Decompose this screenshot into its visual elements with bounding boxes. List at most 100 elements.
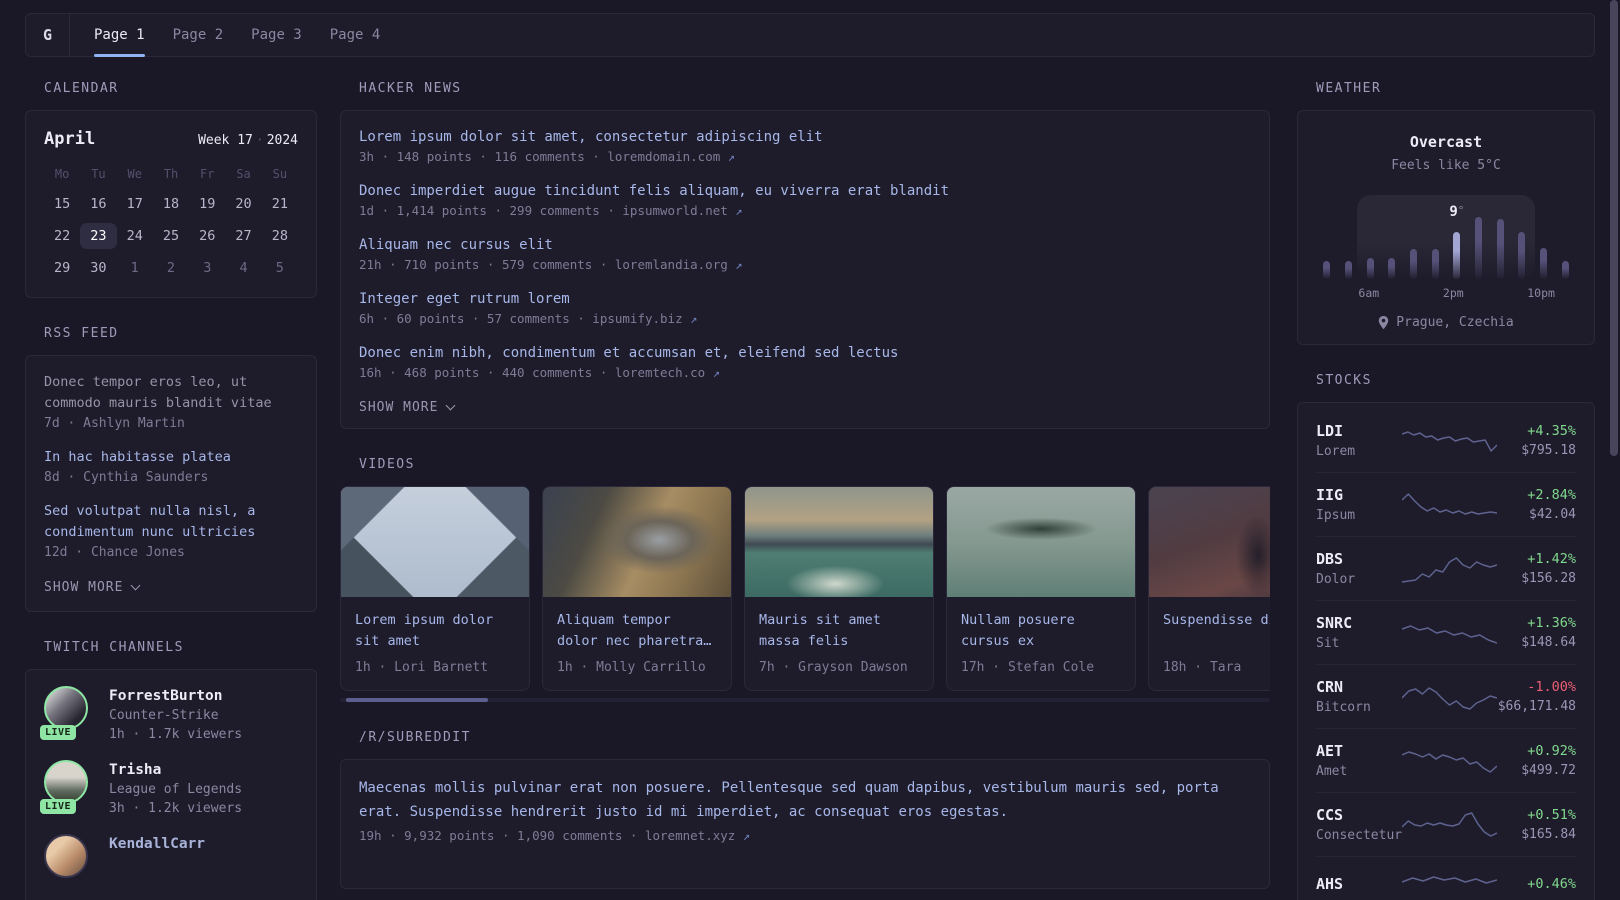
hn-item-domain-link[interactable]: loremlandia.org <box>615 257 735 272</box>
chevron-down-icon <box>446 400 456 411</box>
weather-bar-slot <box>1489 219 1511 279</box>
calendar-date: 5 <box>275 260 284 276</box>
stock-name: Lorem <box>1316 444 1356 459</box>
tab-page-3[interactable]: Page 3 <box>251 14 302 56</box>
video-thumbnail-concrete-towers-sky-cross[interactable] <box>341 487 529 597</box>
weather-hour-label: 2pm <box>1442 286 1464 300</box>
video-thumbnail-sea-boat-wake-city[interactable] <box>745 487 933 597</box>
stock-id: DBS Dolor <box>1316 550 1402 587</box>
videos-scrollbar-track[interactable] <box>340 698 1270 702</box>
weather-bar <box>1518 232 1526 279</box>
hn-item-domain-link[interactable]: loremdomain.com <box>607 149 727 164</box>
weather-bar-slot <box>1511 232 1533 279</box>
video-title[interactable]: Mauris sit amet massa felis <box>759 610 919 652</box>
videos-scrollbar-thumb[interactable] <box>346 698 488 702</box>
hn-item-domain-link[interactable]: loremtech.co <box>615 365 713 380</box>
video-title[interactable]: Nullam posuere cursus ex <box>961 610 1121 652</box>
hn-item-title[interactable]: Donec enim nibh, condimentum et accumsan… <box>359 342 1251 364</box>
weather-hour-label <box>1337 286 1358 300</box>
hn-item-stats: 1d · 1,414 points · 299 comments · <box>359 203 623 218</box>
stock-sparkline-wrap <box>1402 619 1498 647</box>
twitch-channel-info: KendallCarr <box>109 834 205 882</box>
video-thumbnail-figure-in-dark-field[interactable] <box>1149 487 1270 597</box>
hacker-news-section-title: HACKER NEWS <box>359 81 462 96</box>
twitch-channel-name[interactable]: KendallCarr <box>109 836 205 852</box>
rss-card: Donec tempor eros leo, ut commodo mauris… <box>25 355 317 612</box>
twitch-channel-name[interactable]: Trisha <box>109 762 242 778</box>
subreddit-card: Maecenas mollis pulvinar erat non posuer… <box>340 759 1270 889</box>
rss-list: Donec tempor eros leo, ut commodo mauris… <box>44 372 298 560</box>
stock-name: Bitcorn <box>1316 700 1371 715</box>
stocks-section: STOCKS LDI Lorem +4.35% $795.18 IIG Ipsum +2.8… <box>1297 373 1595 900</box>
video-title[interactable]: Suspendisse diam <box>1163 610 1270 652</box>
hn-item-title[interactable]: Donec imperdiet augue tincidunt felis al… <box>359 180 1251 202</box>
video-thumbnail-hands-holding-camera[interactable] <box>543 487 731 597</box>
weather-hour-label <box>1555 286 1576 300</box>
video-title[interactable]: Lorem ipsum dolor sit amet consectetu… <box>355 610 515 652</box>
calendar-date: 22 <box>54 228 71 244</box>
rss-item-title[interactable]: Donec tempor eros leo, ut commodo mauris… <box>44 372 298 414</box>
stock-row: LDI Lorem +4.35% $795.18 <box>1316 409 1576 472</box>
hn-item-title[interactable]: Integer eget rutrum lorem <box>359 288 1251 310</box>
rss-show-more-button[interactable]: SHOW MORE <box>44 580 141 595</box>
video-card[interactable]: Nullam posuere cursus ex 17h · Stefan Col… <box>946 486 1136 691</box>
calendar-section: CALENDAR April Week 17 · 2024 Mo Tu We Th Fr Sa… <box>25 81 317 298</box>
calendar-date: 1 <box>130 260 139 276</box>
middle-column: HACKER NEWS Lorem ipsum dolor sit amet, … <box>340 75 1270 889</box>
app-logo[interactable]: G <box>26 14 70 56</box>
twitch-channel-row[interactable]: LIVE Trisha League of Legends 3h · 1.2k vie… <box>40 760 298 816</box>
hn-item-title[interactable]: Lorem ipsum dolor sit amet, consectetur … <box>359 126 1251 148</box>
video-card[interactable]: Aliquam tempor dolor nec pharetra… 1h · M… <box>542 486 732 691</box>
stock-row: AHS +0.46% <box>1316 856 1576 900</box>
stock-id: CCS Consectetur <box>1316 806 1402 843</box>
stock-row: DBS Dolor +1.42% $156.28 <box>1316 536 1576 600</box>
weather-bar-slot: 9° <box>1446 204 1468 279</box>
video-card[interactable]: Suspendisse diam 18h · Tara <box>1148 486 1270 691</box>
stock-values: +4.35% $795.18 <box>1497 423 1576 458</box>
stock-price: $165.84 <box>1521 827 1576 842</box>
hn-item-domain-link[interactable]: ipsumworld.net <box>622 203 735 218</box>
post-domain-link[interactable]: loremnet.xyz <box>645 828 735 843</box>
stock-row: SNRC Sit +1.36% $148.64 <box>1316 600 1576 664</box>
stock-values: +0.46% <box>1497 876 1576 892</box>
hacker-news-section: HACKER NEWS Lorem ipsum dolor sit amet, … <box>340 81 1270 429</box>
hn-item-domain-link[interactable]: ipsumify.biz <box>592 311 690 326</box>
video-card-body: Suspendisse diam 18h · Tara <box>1149 597 1270 690</box>
video-thumbnail-two-people-canoe-mist[interactable] <box>947 487 1135 597</box>
tab-page-4[interactable]: Page 4 <box>330 14 381 56</box>
weather-bar <box>1475 217 1483 279</box>
video-meta: 18h · Tara <box>1163 660 1242 675</box>
hn-item-title[interactable]: Aliquam nec cursus elit <box>359 234 1251 256</box>
stock-id: IIG Ipsum <box>1316 486 1402 523</box>
weather-bar-slot <box>1316 261 1338 279</box>
hn-item: Lorem ipsum dolor sit amet, consectetur … <box>359 126 1251 164</box>
calendar-date-selected: 23 <box>80 223 117 249</box>
stock-id: AHS <box>1316 875 1402 893</box>
stock-row: AET Amet +0.92% $499.72 <box>1316 728 1576 792</box>
calendar-grid: Mo Tu We Th Fr Sa Su 15 16 17 18 19 20 21 22 23 24 25 26 27… <box>44 163 298 281</box>
twitch-avatar-wrap: LIVE <box>40 760 92 814</box>
video-strip: Lorem ipsum dolor sit amet consectetu… 1h… <box>340 486 1270 691</box>
calendar-day-header: Fr <box>200 167 215 181</box>
video-card[interactable]: Mauris sit amet massa felis 7h · Grayson … <box>744 486 934 691</box>
page-scrollbar-thumb[interactable] <box>1610 0 1618 456</box>
twitch-channel-row[interactable]: KendallCarr <box>44 834 298 882</box>
weather-current-temp: 9° <box>1446 204 1468 220</box>
video-meta: 17h · Stefan Cole <box>961 660 1095 675</box>
external-link-icon: ↗ <box>690 312 698 326</box>
stock-sparkline-wrap <box>1402 683 1498 711</box>
video-meta: 1h · Molly Carrillo <box>557 660 706 675</box>
tab-page-2[interactable]: Page 2 <box>173 14 224 56</box>
hn-show-more-button[interactable]: SHOW MORE <box>359 400 456 415</box>
video-title[interactable]: Aliquam tempor dolor nec pharetra… <box>557 610 717 652</box>
video-card[interactable]: Lorem ipsum dolor sit amet consectetu… 1h… <box>340 486 530 691</box>
subreddit-post-title[interactable]: Maecenas mollis pulvinar erat non posuer… <box>359 776 1251 824</box>
twitch-list: LIVE ForrestBurton Counter-Strike 1h · 1.7k… <box>40 686 298 882</box>
twitch-channel-name[interactable]: ForrestBurton <box>109 688 242 704</box>
rss-item-title[interactable]: Sed volutpat nulla nisl, a condimentum n… <box>44 501 298 543</box>
tab-page-1[interactable]: Page 1 <box>94 14 145 57</box>
twitch-channel-row[interactable]: LIVE ForrestBurton Counter-Strike 1h · 1.7k… <box>40 686 298 742</box>
stock-price: $499.72 <box>1521 763 1576 778</box>
rss-item-title[interactable]: In hac habitasse platea <box>44 447 298 468</box>
weather-feels-like: Feels like 5°C <box>1391 158 1501 173</box>
